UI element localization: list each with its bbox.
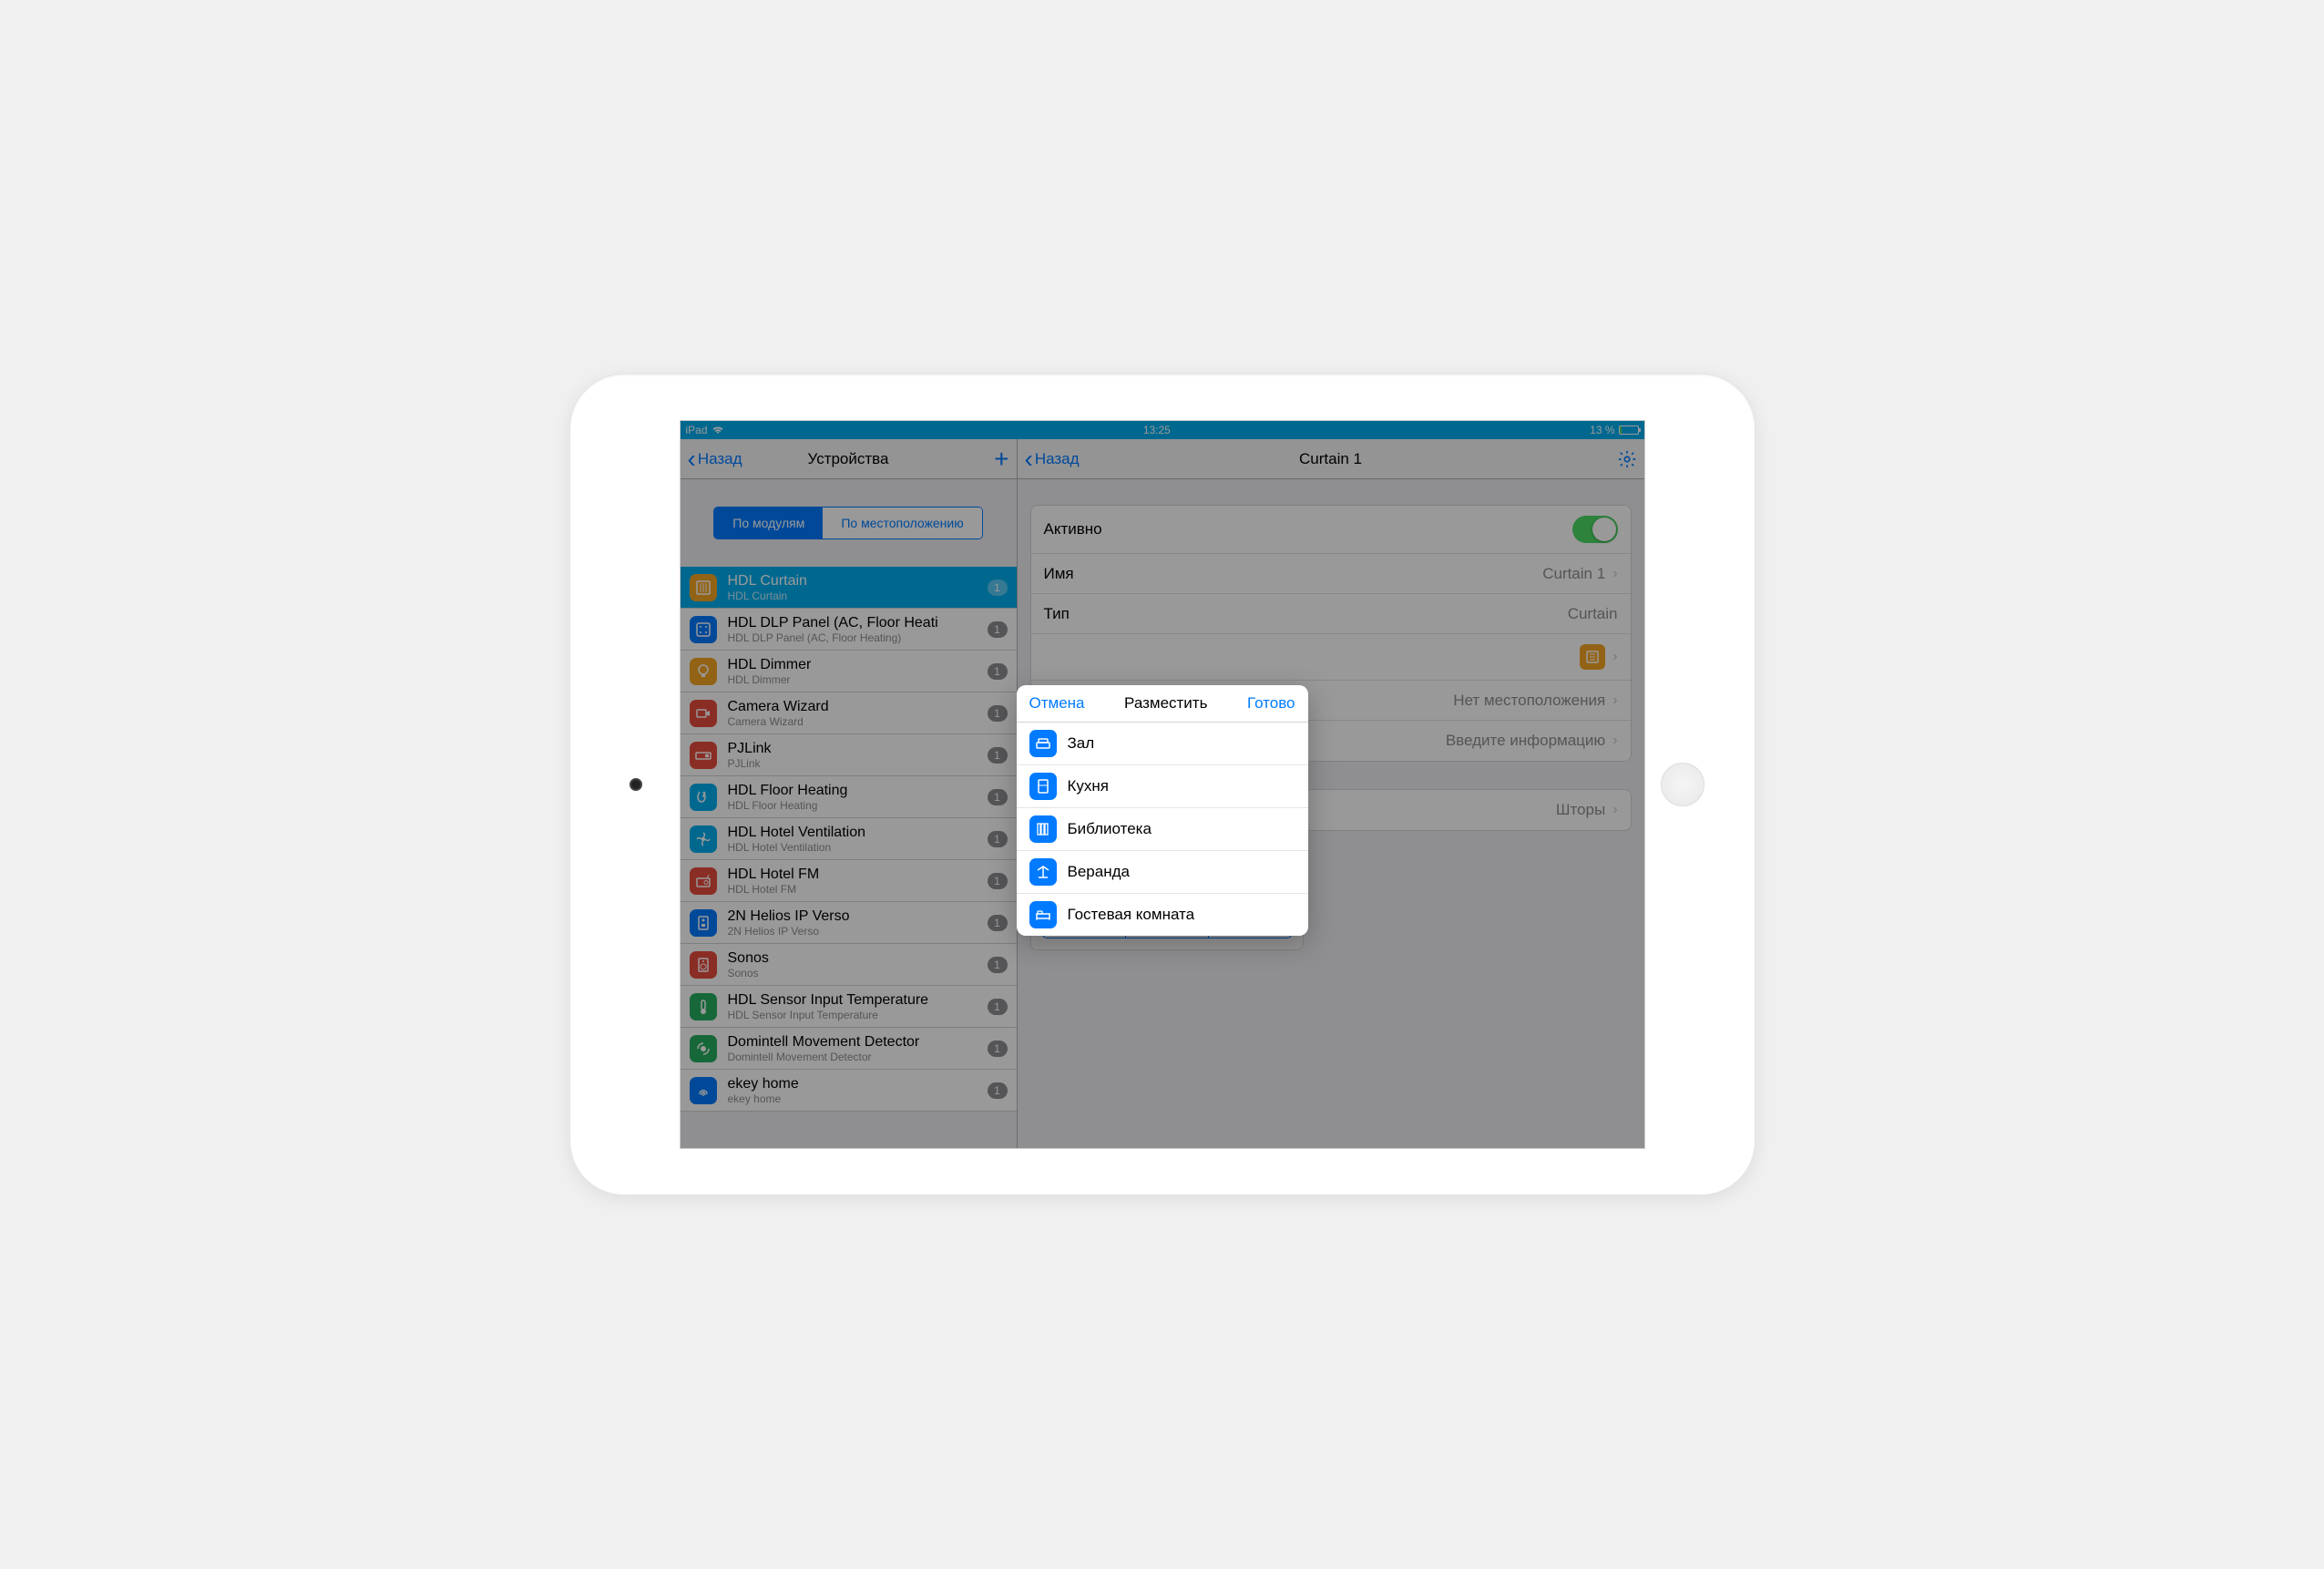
- location-label: Гостевая комната: [1068, 906, 1195, 924]
- screen: iPad 13:25 13 % ‹ Назад Устройства: [680, 420, 1645, 1149]
- location-option[interactable]: Кухня: [1017, 765, 1308, 808]
- popover-title: Разместить: [1124, 694, 1207, 713]
- location-popover: Отмена Разместить Готово Зал Кухня Библи…: [1017, 685, 1308, 936]
- sofa-icon: [1029, 730, 1057, 757]
- fridge-icon: [1029, 773, 1057, 800]
- location-option[interactable]: Библиотека: [1017, 808, 1308, 851]
- home-button[interactable]: [1661, 763, 1705, 806]
- location-label: Кухня: [1068, 777, 1110, 795]
- location-label: Библиотека: [1068, 820, 1152, 838]
- location-label: Веранда: [1068, 863, 1130, 881]
- camera-dot: [630, 778, 642, 791]
- location-option[interactable]: Зал: [1017, 723, 1308, 765]
- cancel-button[interactable]: Отмена: [1029, 694, 1085, 713]
- done-button[interactable]: Готово: [1247, 694, 1295, 713]
- patio-icon: [1029, 858, 1057, 886]
- ipad-frame: iPad 13:25 13 % ‹ Назад Устройства: [569, 374, 1756, 1195]
- bed-icon: [1029, 901, 1057, 928]
- location-option[interactable]: Гостевая комната: [1017, 894, 1308, 936]
- books-icon: [1029, 815, 1057, 843]
- location-label: Зал: [1068, 734, 1095, 753]
- location-option[interactable]: Веранда: [1017, 851, 1308, 894]
